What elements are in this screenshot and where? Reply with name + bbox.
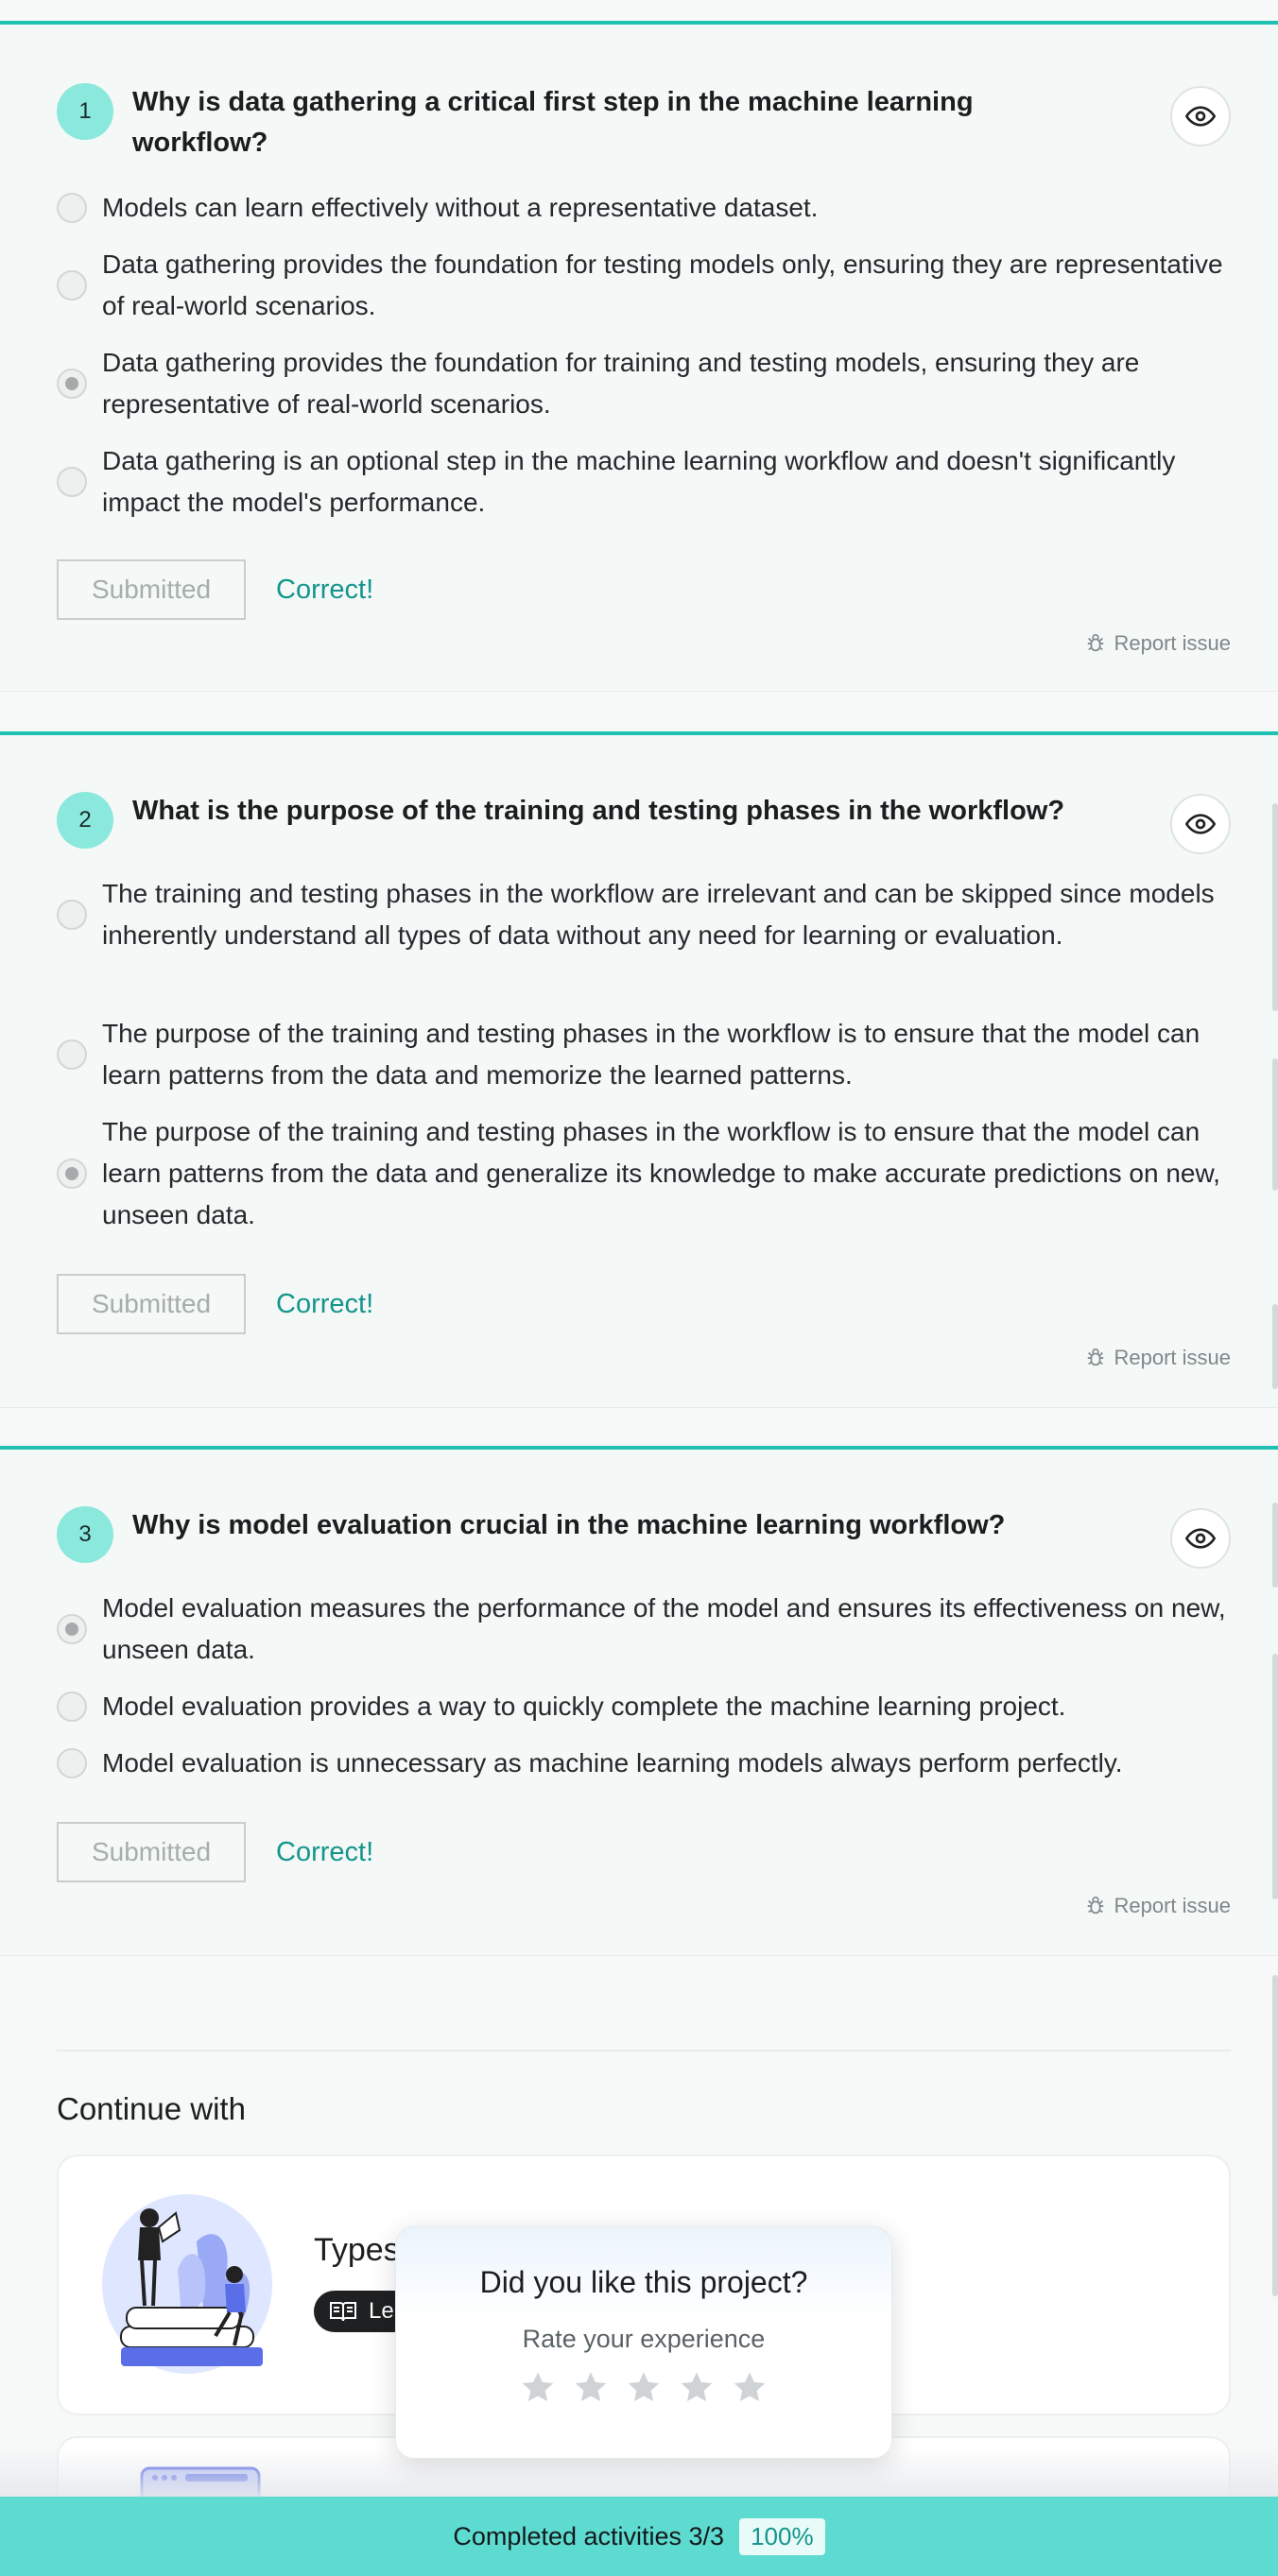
answer-radio-selected[interactable] <box>57 1159 87 1189</box>
answer-option-label: Model evaluation provides a way to quick… <box>102 1692 1066 1721</box>
answer-option[interactable]: Models can learn effectively without a r… <box>57 187 1238 229</box>
question-text: Why is data gathering a critical first s… <box>132 87 974 158</box>
question-number-badge: 3 <box>57 1506 113 1563</box>
answer-option[interactable]: The purpose of the training and testing … <box>57 1111 1238 1236</box>
star-icon[interactable] <box>731 2369 769 2407</box>
question-header: 2 What is the purpose of the training an… <box>57 792 1153 849</box>
result-correct-text: Correct! <box>276 1289 374 1319</box>
answer-option[interactable]: Model evaluation provides a way to quick… <box>57 1686 1238 1727</box>
next-course-title: Types <box>314 2232 400 2268</box>
answer-radio[interactable] <box>57 1692 87 1722</box>
quiz-question-3: 3 Why is model evaluation crucial in the… <box>0 1446 1278 1956</box>
star-icon[interactable] <box>625 2369 663 2407</box>
answer-option[interactable]: Data gathering provides the foundation f… <box>57 244 1238 327</box>
completed-activities-bar: Completed activities 3/3 100% <box>0 2497 1278 2576</box>
book-icon <box>330 2302 356 2322</box>
result-correct-text: Correct! <box>276 1837 374 1867</box>
star-icon[interactable] <box>572 2369 610 2407</box>
question-text: Why is model evaluation crucial in the m… <box>132 1510 1006 1540</box>
section-divider <box>57 2050 1231 2052</box>
star-icon[interactable] <box>678 2369 716 2407</box>
answer-option-label: The purpose of the training and testing … <box>102 1117 1220 1229</box>
answer-option[interactable]: Data gathering is an optional step in th… <box>57 440 1238 524</box>
submitted-button: Submitted <box>57 559 246 620</box>
completed-activities-label: Completed activities 3/3 <box>453 2521 725 2550</box>
question-number-badge: 2 <box>57 792 113 849</box>
question-number-badge: 1 <box>57 83 113 140</box>
report-issue-link[interactable]: Report issue <box>1085 631 1231 656</box>
submitted-button: Submitted <box>57 1822 246 1882</box>
course-type-label: Le <box>369 2298 394 2324</box>
answer-radio[interactable] <box>57 270 87 301</box>
quiz-question-1: 1 Why is data gathering a critical first… <box>0 21 1278 692</box>
bug-icon <box>1088 1348 1104 1366</box>
scrollbar-track-segment[interactable] <box>1272 1975 1278 2296</box>
answer-option-label: Model evaluation measures the performanc… <box>102 1593 1226 1664</box>
report-issue-link[interactable]: Report issue <box>1085 1346 1231 1370</box>
answer-radio[interactable] <box>57 193 87 223</box>
report-issue-label: Report issue <box>1114 1894 1231 1917</box>
answer-option[interactable]: The training and testing phases in the w… <box>57 873 1238 956</box>
answer-radio-selected[interactable] <box>57 1614 87 1644</box>
scrollbar-track-segment[interactable] <box>1272 1654 1278 1899</box>
answer-option[interactable]: Model evaluation measures the performanc… <box>57 1588 1238 1671</box>
scrollbar-track-segment[interactable] <box>1272 1304 1278 1389</box>
rating-popup: Did you like this project? Rate your exp… <box>395 2226 892 2459</box>
answer-option-label: The training and testing phases in the w… <box>102 879 1215 950</box>
bug-icon <box>1088 1897 1104 1915</box>
eye-icon <box>1185 814 1216 834</box>
quiz-question-2: 2 What is the purpose of the training an… <box>0 731 1278 1408</box>
answer-radio[interactable] <box>57 900 87 930</box>
show-answer-button[interactable] <box>1170 86 1231 146</box>
answer-option[interactable]: Data gathering provides the foundation f… <box>57 342 1238 425</box>
answer-option[interactable]: Model evaluation is unnecessary as machi… <box>57 1743 1238 1784</box>
answer-radio[interactable] <box>57 467 87 497</box>
submitted-button: Submitted <box>57 1274 246 1334</box>
question-header: 3 Why is model evaluation crucial in the… <box>57 1506 1153 1563</box>
answer-option-label: Data gathering provides the foundation f… <box>102 348 1140 419</box>
scrollbar-track-segment[interactable] <box>1272 1058 1278 1191</box>
scrollbar-track-segment[interactable] <box>1272 1503 1278 1588</box>
star-icon[interactable] <box>519 2369 557 2407</box>
show-answer-button[interactable] <box>1170 1508 1231 1569</box>
star-rating <box>396 2369 891 2407</box>
question-header: 1 Why is data gathering a critical first… <box>57 83 1115 163</box>
rating-popup-title: Did you like this project? <box>479 2265 808 2299</box>
rating-popup-subtitle: Rate your experience <box>522 2325 766 2353</box>
answer-option-label: Models can learn effectively without a r… <box>102 193 819 222</box>
answer-option-label: Model evaluation is unnecessary as machi… <box>102 1748 1123 1777</box>
scrollbar-track-segment[interactable] <box>1272 803 1278 1011</box>
show-answer-button[interactable] <box>1170 794 1231 854</box>
answer-radio-selected[interactable] <box>57 369 87 399</box>
eye-icon <box>1185 1528 1216 1549</box>
answer-option[interactable]: The purpose of the training and testing … <box>57 1013 1238 1096</box>
answer-radio[interactable] <box>57 1039 87 1070</box>
course-illustration <box>102 2194 272 2374</box>
answer-option-label: The purpose of the training and testing … <box>102 1019 1200 1090</box>
answer-radio[interactable] <box>57 1748 87 1778</box>
answer-option-label: Data gathering provides the foundation f… <box>102 249 1223 320</box>
result-correct-text: Correct! <box>276 575 374 605</box>
bug-icon <box>1088 634 1104 652</box>
continue-with-heading: Continue with <box>57 2091 246 2126</box>
question-text: What is the purpose of the training and … <box>132 796 1065 826</box>
report-issue-label: Report issue <box>1114 1346 1231 1369</box>
answer-option-label: Data gathering is an optional step in th… <box>102 446 1176 517</box>
completion-percent-badge: 100% <box>739 2517 825 2555</box>
report-issue-link[interactable]: Report issue <box>1085 1894 1231 1918</box>
report-issue-label: Report issue <box>1114 631 1231 655</box>
eye-icon <box>1185 106 1216 127</box>
